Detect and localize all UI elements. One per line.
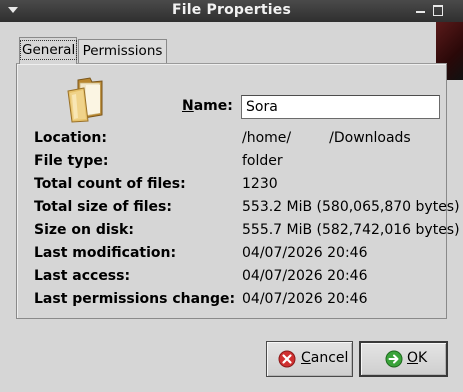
name-label: Name: [182,98,233,114]
total-count-label: Total count of files: [34,176,186,192]
size-on-disk-label: Size on disk: [34,222,134,238]
last-modification-label: Last modification: [34,245,177,261]
total-size-label: Total size of files: [34,199,172,215]
cancel-label-rest: ancel [310,350,349,366]
title-bar[interactable]: File Properties [0,0,463,22]
file-type-value: folder [242,153,283,169]
window-title: File Properties [171,2,292,18]
ok-label-mnemonic: O [407,350,419,366]
folder-icon [67,77,103,123]
location-value-part-1: /home/ [242,130,292,146]
minimize-icon[interactable] [416,11,425,13]
total-size-value: 553.2 MiB (580,065,870 bytes) [242,199,460,215]
tab-permissions[interactable]: Permissions [78,39,167,63]
cancel-button[interactable]: Cancel [266,341,353,377]
tab-general[interactable]: General [19,37,78,64]
total-count-value: 1230 [242,176,278,192]
cancel-icon [278,350,296,368]
file-properties-dialog: File Properties General Permissions Name… [0,0,463,392]
location-label: Location: [34,130,107,146]
last-permissions-change-label: Last permissions change: [34,291,236,307]
last-access-value: 04/07/2026 20:46 [242,268,368,284]
tab-general-label: General [20,40,78,60]
ok-icon [385,350,403,368]
ok-button[interactable]: OK [359,341,448,377]
tab-permissions-label: Permissions [82,43,163,59]
location-value-part-2: /Downloads [329,130,411,146]
cancel-label: Cancel [301,350,348,366]
last-permissions-change-value: 04/07/2026 20:46 [242,291,368,307]
ok-label: OK [407,350,427,366]
file-type-label: File type: [34,153,109,169]
cancel-label-mnemonic: C [301,350,311,366]
name-field[interactable]: Sora [241,95,440,119]
size-on-disk-value: 555.7 MiB (582,742,016 bytes) [242,222,460,238]
maximize-icon[interactable] [433,5,443,16]
location-value: /home/ /Downloads [242,130,411,146]
last-access-label: Last access: [34,268,131,284]
ok-label-rest: K [418,350,428,366]
last-modification-value: 04/07/2026 20:46 [242,245,368,261]
